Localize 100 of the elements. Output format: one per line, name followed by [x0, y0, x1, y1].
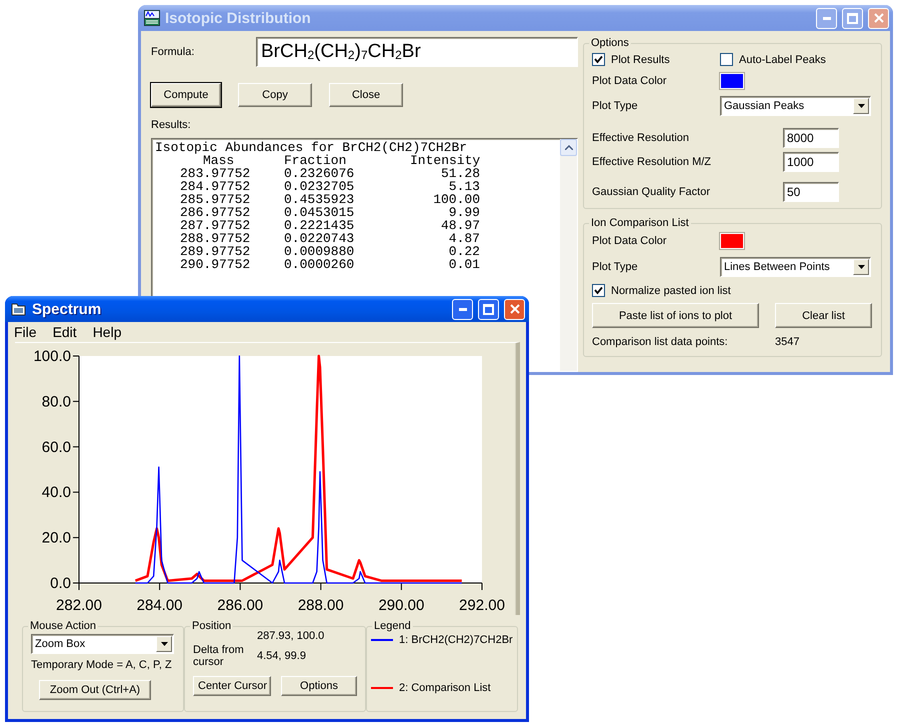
field-label: Gaussian Quality Factor [592, 186, 711, 198]
number-field[interactable]: 8000 [783, 128, 839, 148]
action-button[interactable]: Compute [151, 83, 221, 107]
table-cell-text: 0.0453015 [284, 206, 356, 219]
table-cell-text: 284.97752 [179, 180, 252, 193]
data-points-value: 3547 [775, 336, 800, 348]
table-cell-text: 4.87 [448, 232, 480, 245]
menu-item[interactable]: Help [92, 324, 122, 340]
window-title: Spectrum [32, 300, 102, 318]
formula-label: Formula: [151, 46, 194, 58]
table-cell-text: 285.97752 [179, 193, 252, 206]
app-icon [144, 10, 160, 26]
table-cell-text: 9.99 [448, 206, 480, 219]
number-field[interactable]: 50 [783, 182, 839, 202]
action-button[interactable]: Center Cursor [193, 676, 271, 696]
y-tick-label: 60.0 [42, 438, 71, 456]
dropdown-arrow-icon [160, 642, 168, 646]
column-header: Mass [203, 154, 236, 167]
close-icon [874, 13, 884, 23]
table-cell-text: 0.2326076 [284, 167, 356, 180]
table-cell-text: 288.97752 [179, 232, 252, 245]
table-cell-text: 283.97752 [179, 167, 252, 180]
table-cell-text: 0.22 [448, 245, 480, 258]
x-tick-label: 282.00 [56, 597, 102, 613]
legend-line [371, 639, 393, 641]
maximize-icon [483, 304, 494, 314]
checkbox-label: Normalize pasted ion list [611, 284, 731, 296]
app-icon [11, 301, 27, 317]
group-title: Ion Comparison List [590, 217, 690, 229]
table-cell-text: 0.0232705 [284, 180, 356, 193]
table-cell-text: 0.4535923 [284, 193, 356, 206]
x-tick-label: 288.00 [298, 597, 344, 613]
x-tick-label: 284.00 [136, 597, 183, 613]
action-button[interactable]: Options [281, 676, 357, 696]
x-tick-label: 292.00 [459, 597, 505, 613]
results-heading: Isotopic Abundances for BrCH2(CH2)7CH2Br [155, 140, 468, 155]
color-swatch[interactable] [720, 233, 744, 249]
field-label: Plot Type [592, 100, 639, 112]
table-cell-text: 100.00 [432, 193, 480, 206]
checkbox[interactable] [592, 53, 605, 66]
y-tick-label: 0.0 [50, 575, 71, 592]
table-cell-text: 290.97752 [179, 258, 252, 271]
dropdown-arrow-icon [858, 104, 864, 108]
window-title: Isotopic Distribution [165, 10, 312, 26]
menu-item[interactable]: Edit [52, 324, 77, 340]
close-button[interactable] [504, 298, 525, 320]
checkbox-label: Auto-Label Peaks [739, 54, 826, 66]
table-cell-text: 0.0000260 [284, 258, 356, 271]
hint-text: Temporary Mode = A, C, P, Z [31, 659, 173, 671]
group-title: Options [590, 37, 630, 49]
table-cell-text: 51.28 [440, 167, 480, 180]
delta-label: Delta from cursor [193, 644, 245, 668]
legend-line [371, 687, 393, 689]
table-cell-text: 0.0220743 [284, 232, 356, 245]
table-cell-text: 289.97752 [179, 245, 252, 258]
table-cell-text: 48.97 [440, 219, 480, 232]
color-swatch[interactable] [720, 73, 744, 89]
table-cell-text: 286.97752 [179, 206, 252, 219]
field-label: Plot Data Color [592, 235, 668, 247]
x-tick-label: 290.00 [378, 597, 424, 613]
action-button[interactable]: Close [329, 83, 403, 107]
menu-item[interactable]: File [14, 324, 37, 340]
minimize-icon [458, 308, 466, 310]
scroll-up-icon [564, 145, 572, 150]
action-button[interactable]: Clear list [775, 303, 872, 328]
close-icon [510, 304, 520, 314]
formula-field[interactable]: BrCH$_{2}$(CH$_{2}$)$_{7}$CH$_{2}$Br [256, 37, 578, 67]
zoom-out-button[interactable]: Zoom Out (Ctrl+A) [39, 680, 151, 700]
number-field[interactable]: 1000 [783, 152, 839, 172]
plot-type-select[interactable]: Lines Between Points [720, 257, 871, 277]
legend-label: 2: Comparison List [399, 682, 491, 694]
position-value: 287.93, 100.0 [257, 630, 326, 642]
table-cell-text: 0.2221435 [284, 219, 356, 232]
dropdown-arrow-icon [858, 265, 864, 269]
field-label: Plot Data Color [592, 75, 668, 87]
action-button[interactable]: Paste list of ions to plot [592, 303, 759, 328]
table-cell-text: 5.13 [448, 180, 480, 193]
action-button[interactable]: Copy [238, 83, 312, 107]
column-header: Intensity [410, 154, 480, 167]
y-tick-label: 100.0 [33, 348, 71, 365]
field-label: Effective Resolution [592, 132, 690, 144]
mouse-mode-select[interactable]: Zoom Box [31, 634, 174, 654]
plot-type-select[interactable]: Gaussian Peaks [720, 96, 871, 116]
delta-value: 4.54, 99.9 [257, 650, 307, 662]
y-tick-label: 40.0 [42, 484, 71, 502]
minimize-button[interactable] [452, 298, 473, 320]
checkbox[interactable] [592, 284, 605, 297]
checkbox[interactable] [720, 53, 733, 66]
maximize-button[interactable] [478, 298, 499, 320]
field-label: Effective Resolution M/Z [592, 156, 712, 168]
group-title: Legend [373, 620, 412, 632]
column-header: Fraction [284, 154, 346, 167]
y-tick-label: 80.0 [42, 393, 71, 410]
group-title: Mouse Action [29, 620, 98, 632]
legend-label: 1: BrCH2(CH2)7CH2Br [399, 634, 513, 646]
y-tick-label: 20.0 [42, 530, 71, 547]
scrollbar[interactable] [560, 139, 577, 371]
table-cell-text: 0.01 [448, 258, 480, 271]
field-label: Plot Type [592, 261, 639, 273]
x-tick-label: 286.00 [217, 597, 264, 613]
